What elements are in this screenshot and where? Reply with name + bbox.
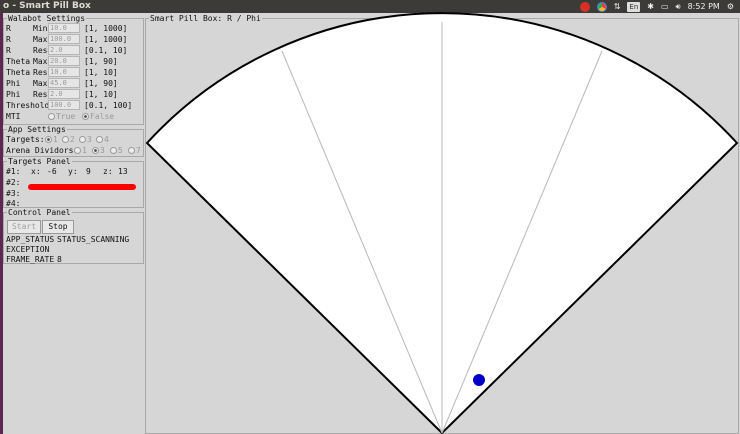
radar-arena (145, 12, 739, 434)
target-marker (473, 374, 485, 386)
